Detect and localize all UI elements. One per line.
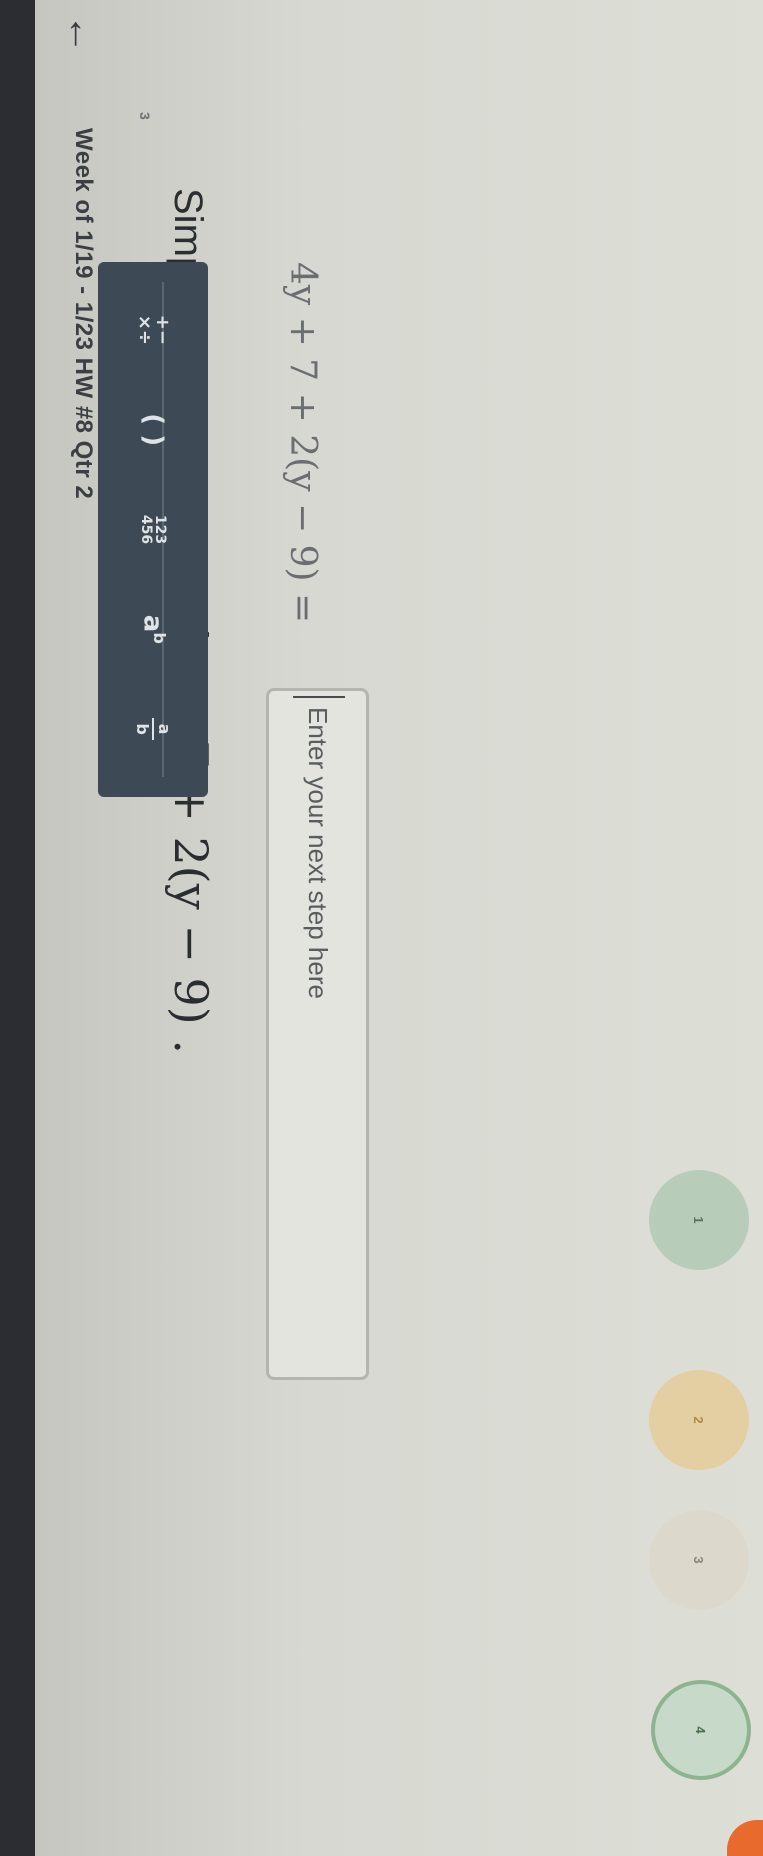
number-pad-icon: 123 456 <box>138 514 168 545</box>
screen: ← Week of 1/19 - 1/23 HW #8 Qtr 2 3 Simp… <box>0 0 763 1856</box>
page-title: Week of 1/19 - 1/23 HW #8 Qtr 2 <box>70 128 97 500</box>
math-toolbar: +− ×÷ ( ) 123 456 ab ab <box>98 262 208 797</box>
parentheses-button[interactable]: ( ) <box>128 402 178 458</box>
page: ← Week of 1/19 - 1/23 HW #8 Qtr 2 3 Simp… <box>0 0 763 1856</box>
equation-lhs: 4y + 7 + 2(y − 9) = <box>282 262 323 624</box>
next-step-input[interactable] <box>266 688 369 1380</box>
progress-step-3[interactable]: 3 <box>649 1510 749 1610</box>
arrow-left-icon: ← <box>60 14 104 54</box>
operators-button[interactable]: +− ×÷ <box>128 302 178 358</box>
parentheses-icon: ( ) <box>138 413 168 447</box>
question-number: 3 <box>137 112 153 120</box>
fraction-icon: ab <box>133 718 174 741</box>
fraction-button[interactable]: ab <box>128 701 178 757</box>
text-caret <box>293 696 345 698</box>
progress-step-4[interactable]: 4 <box>651 1680 751 1780</box>
progress-step-1[interactable]: 1 <box>649 1170 749 1270</box>
operators-icon: +− ×÷ <box>134 314 173 345</box>
top-bar <box>0 0 35 1856</box>
progress-step-2[interactable]: 2 <box>649 1370 749 1470</box>
exponent-icon: ab <box>137 614 169 644</box>
question-progress: 1 2 3 4 <box>637 1170 757 1856</box>
exponent-button[interactable]: ab <box>128 601 178 657</box>
number-pad-button[interactable]: 123 456 <box>128 501 178 557</box>
back-button[interactable]: ← <box>60 14 104 54</box>
